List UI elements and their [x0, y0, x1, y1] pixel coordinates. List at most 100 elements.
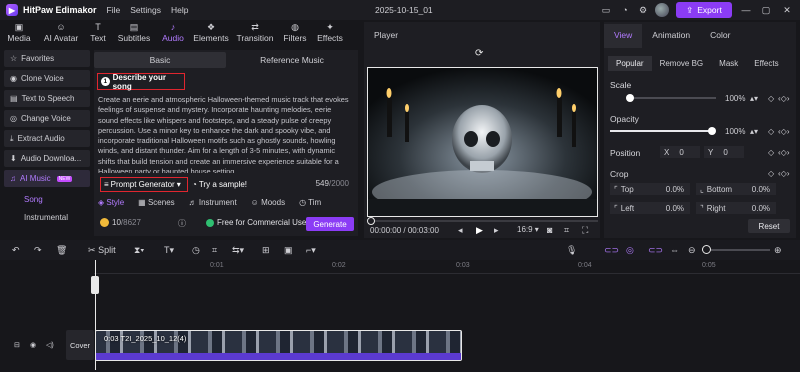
- sidebar-item-text-to-speech[interactable]: ▤ Text to Speech: [4, 90, 90, 107]
- timeline[interactable]: 0:01 0:02 0:03 0:04 0:05 ⊟ ◉ ◁) Cover 0:…: [0, 260, 800, 372]
- cover-button[interactable]: Cover: [66, 330, 94, 360]
- sidebar-item-ai-music[interactable]: ♫ AI Music NEW: [4, 170, 90, 187]
- preview-selection-box[interactable]: [367, 67, 598, 217]
- next-frame-icon[interactable]: ▸: [494, 225, 499, 236]
- prompt-textarea[interactable]: Create an eerie and atmospheric Hallowee…: [98, 95, 353, 173]
- image-tool-icon[interactable]: ▣: [284, 245, 293, 256]
- info-icon[interactable]: ⓘ: [178, 218, 186, 229]
- monitor-icon[interactable]: ▭: [601, 5, 611, 15]
- menu-help[interactable]: Help: [171, 5, 188, 15]
- tab-animation[interactable]: Animation: [642, 24, 700, 48]
- maximize-icon[interactable]: ▢: [761, 5, 771, 15]
- menu-file[interactable]: File: [107, 5, 121, 15]
- zoom-in-icon[interactable]: ⊕: [774, 245, 782, 256]
- subtab-mask[interactable]: Mask: [711, 56, 746, 71]
- gear-icon[interactable]: ⚙: [638, 5, 648, 15]
- camera-icon[interactable]: ◙: [547, 225, 552, 235]
- tab-color[interactable]: Color: [700, 24, 740, 48]
- tab-style[interactable]: ◈ Style: [98, 198, 124, 212]
- fullscreen-icon[interactable]: ⛶: [582, 225, 588, 236]
- opacity-knob[interactable]: [708, 127, 716, 135]
- aspect-ratio-select[interactable]: 16:9 ▾: [517, 225, 539, 234]
- keyframe-icon[interactable]: ◇: [768, 148, 774, 157]
- export-button[interactable]: ⇪ Export: [676, 2, 732, 18]
- tab-audio[interactable]: ♪ Audio: [156, 20, 190, 46]
- video-clip[interactable]: 0:03 T2I_2025_10_12(4): [95, 330, 462, 361]
- scale-value[interactable]: 100%: [725, 94, 745, 103]
- sidebar-item-clone-voice[interactable]: ◉ Clone Voice: [4, 70, 90, 87]
- keyframe-icon[interactable]: ◇: [768, 94, 774, 103]
- tab-media[interactable]: ▣ Media: [0, 20, 38, 46]
- tab-tim[interactable]: ◷ Tim: [299, 198, 321, 212]
- stepper-icon[interactable]: ▴▾: [750, 94, 758, 103]
- zoom-slider[interactable]: [702, 249, 770, 251]
- mute-icon[interactable]: ◁): [46, 341, 54, 349]
- tab-subtitles[interactable]: ▤ Subtitles: [112, 20, 156, 46]
- menu-settings[interactable]: Settings: [130, 5, 161, 15]
- prompt-generator-button[interactable]: ≡ Prompt Generator ▾: [100, 177, 188, 192]
- tab-view[interactable]: View: [604, 24, 643, 48]
- crop-top-input[interactable]: ⌜ Top 0.0%: [610, 183, 690, 195]
- tab-effects[interactable]: ✦ Effects: [312, 20, 348, 46]
- minimize-icon[interactable]: —: [741, 5, 751, 15]
- crop-right-input[interactable]: ⌝ Right 0.0%: [696, 202, 776, 214]
- position-x-input[interactable]: X0: [660, 146, 700, 158]
- undo-icon[interactable]: ↶: [12, 245, 20, 256]
- crop-bottom-input[interactable]: ⌞ Bottom 0.0%: [696, 183, 776, 195]
- close-icon[interactable]: ✕: [782, 5, 792, 15]
- scale-knob[interactable]: [626, 94, 634, 102]
- tab-ai-avatar[interactable]: ☺ AI Avatar: [38, 20, 84, 46]
- zoom-out-icon[interactable]: ⊖: [688, 245, 696, 256]
- crop-icon[interactable]: ⌗: [564, 225, 569, 236]
- zoom-knob[interactable]: [702, 245, 711, 254]
- transform-icon[interactable]: ⊞: [262, 245, 270, 256]
- visibility-icon[interactable]: ◉: [30, 341, 36, 349]
- tab-instrument[interactable]: ♬ Instrument: [189, 198, 237, 212]
- sidebar-item-audio-download[interactable]: ⬇ Audio Downloa...: [4, 150, 90, 167]
- keyframe-nav-icon[interactable]: ‹◇›: [778, 169, 789, 178]
- rotate-handle-icon[interactable]: ⟳: [475, 48, 483, 59]
- tab-scenes[interactable]: ▦ Scenes: [138, 198, 174, 212]
- tab-elements[interactable]: ❖ Elements: [190, 20, 232, 46]
- tab-filters[interactable]: ◍ Filters: [278, 20, 312, 46]
- scrub-knob[interactable]: [367, 217, 375, 225]
- prev-frame-icon[interactable]: ◂: [458, 225, 463, 236]
- tab-moods[interactable]: ☺ Moods: [251, 198, 285, 212]
- fit-timeline-icon[interactable]: ⇔: [670, 245, 679, 255]
- preview-link-icon[interactable]: ⊂⊃: [648, 245, 663, 256]
- delete-icon[interactable]: 🗑: [56, 245, 67, 256]
- subtab-effects[interactable]: Effects: [746, 56, 786, 71]
- position-y-input[interactable]: Y0: [704, 146, 744, 158]
- try-sample-button[interactable]: ◔ Try a sample!: [192, 177, 247, 192]
- scrub-track[interactable]: [367, 220, 598, 222]
- split-button[interactable]: ✂ Split: [88, 245, 116, 256]
- lock-icon[interactable]: ⊟: [14, 341, 20, 349]
- stepper-icon[interactable]: ▴▾: [750, 127, 758, 136]
- sidebar-subitem-song[interactable]: Song: [4, 190, 90, 208]
- crop-select-icon[interactable]: ⌐▾: [306, 245, 316, 256]
- magnet-icon[interactable]: ⊂⊃: [604, 245, 619, 256]
- tab-reference-music[interactable]: Reference Music: [226, 52, 358, 68]
- tab-transition[interactable]: ⇄ Transition: [232, 20, 278, 46]
- microphone-icon[interactable]: 🎙: [566, 245, 577, 256]
- freeze-icon[interactable]: ⧗▾: [134, 245, 144, 256]
- generate-button[interactable]: Generate: [306, 217, 354, 231]
- playhead-handle[interactable]: [91, 276, 99, 294]
- reset-button[interactable]: Reset: [748, 219, 790, 233]
- text-tool-icon[interactable]: T▾: [164, 245, 174, 256]
- keyframe-nav-icon[interactable]: ‹◇›: [778, 148, 789, 157]
- keyframe-icon[interactable]: ◇: [768, 169, 774, 178]
- redo-icon[interactable]: ↷: [34, 245, 42, 256]
- notification-icon[interactable]: ◔: [620, 5, 630, 15]
- link-icon[interactable]: ◎: [626, 245, 634, 256]
- opacity-slider[interactable]: [610, 127, 716, 135]
- tab-basic[interactable]: Basic: [94, 52, 226, 68]
- sidebar-item-extract-audio[interactable]: ⤓ Extract Audio: [4, 130, 90, 147]
- time-ruler[interactable]: 0:01 0:02 0:03 0:04 0:05: [94, 260, 800, 274]
- subtab-popular[interactable]: Popular: [608, 56, 652, 71]
- tab-text[interactable]: T Text: [84, 20, 112, 46]
- crop-tool-icon[interactable]: ⌗: [212, 245, 217, 256]
- mirror-icon[interactable]: ⇆▾: [232, 245, 244, 256]
- sidebar-subitem-instrumental[interactable]: Instrumental: [4, 208, 90, 226]
- subtab-remove-bg[interactable]: Remove BG: [652, 56, 712, 71]
